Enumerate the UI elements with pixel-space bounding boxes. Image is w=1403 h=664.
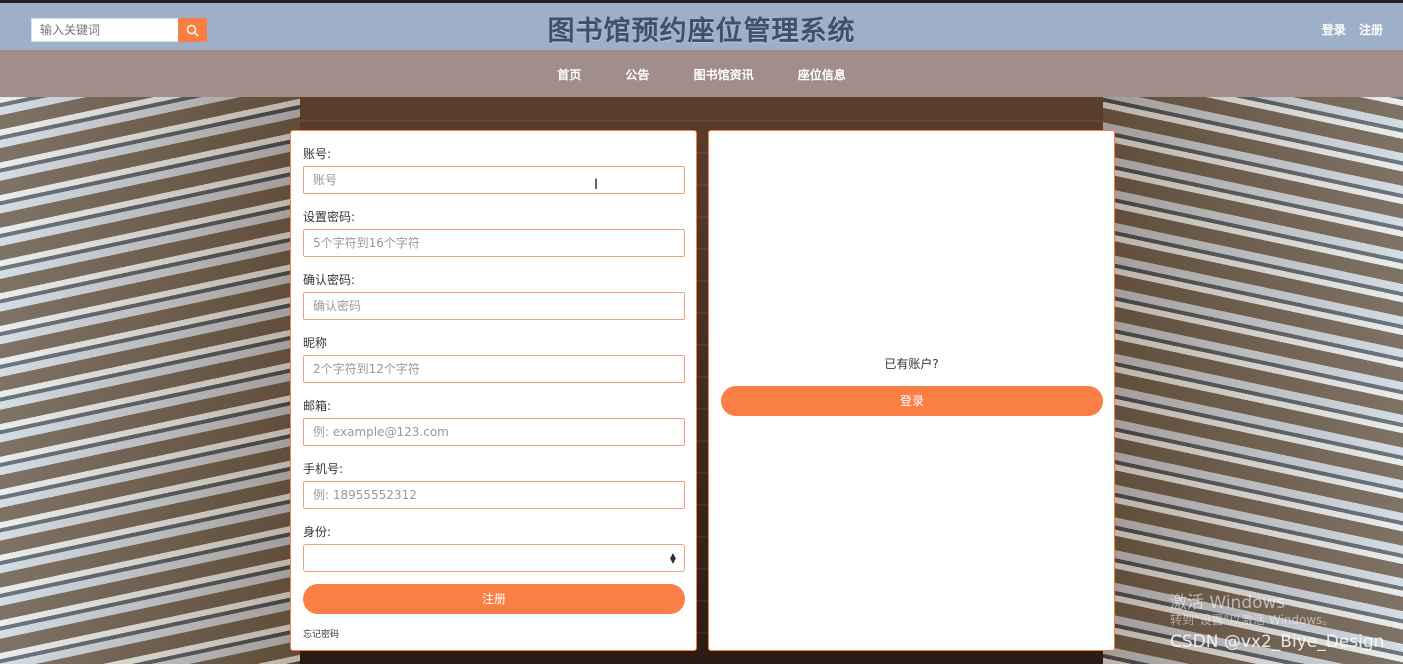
password-input[interactable]: 5个字符到16个字符 — [303, 229, 685, 257]
text-cursor-icon: I — [594, 177, 599, 193]
activate-windows-title: 激活 Windows — [1170, 593, 1286, 613]
confirm-password-label: 确认密码: — [303, 273, 356, 287]
bookshelf-left — [0, 97, 300, 664]
identity-select[interactable]: ▲ ▼ — [303, 544, 685, 572]
nav-item-home[interactable]: 首页 — [557, 68, 581, 82]
identity-label: 身份: — [303, 525, 332, 539]
register-button[interactable]: 注册 — [303, 584, 685, 614]
nav-item-library-news[interactable]: 图书馆资讯 — [694, 68, 754, 82]
login-panel: 已有账户? 登录 — [708, 130, 1115, 651]
register-link[interactable]: 注册 — [1359, 23, 1383, 37]
register-panel: 账号: 账号 设置密码: 5个字符到16个字符 确认密码: 确认密码 昵称 2个… — [290, 130, 697, 651]
has-account-text: 已有账户? — [884, 357, 939, 371]
csdn-credit: CSDN @vx2_Biye_Design — [1170, 632, 1385, 652]
login-button[interactable]: 登录 — [721, 386, 1103, 416]
activate-windows-subtitle: 转到"设置"以激活 Windows。 — [1170, 613, 1335, 627]
top-header: 图书馆预约座位管理系统 登录 注册 — [0, 0, 1403, 50]
phone-input[interactable]: 例: 18955552312 — [303, 481, 685, 509]
forgot-password-link[interactable]: 忘记密码 — [303, 627, 339, 640]
site-title: 图书馆预约座位管理系统 — [547, 16, 856, 47]
nav-item-announcements[interactable]: 公告 — [625, 68, 649, 82]
account-input[interactable]: 账号 — [303, 166, 685, 194]
account-label: 账号: — [303, 147, 332, 161]
email-label: 邮箱: — [303, 399, 332, 413]
phone-label: 手机号: — [303, 462, 344, 476]
main-nav: 首页 公告 图书馆资讯 座位信息 — [0, 50, 1403, 97]
password-label: 设置密码: — [303, 210, 356, 224]
library-background — [0, 97, 1403, 664]
auth-links: 登录 注册 — [1313, 21, 1383, 38]
nickname-input[interactable]: 2个字符到12个字符 — [303, 355, 685, 383]
bookshelf-right — [1103, 97, 1403, 664]
nav-item-seat-info[interactable]: 座位信息 — [798, 68, 846, 82]
select-arrows-icon: ▲ ▼ — [669, 551, 676, 565]
login-link[interactable]: 登录 — [1322, 23, 1346, 37]
email-input[interactable]: 例: example@123.com — [303, 418, 685, 446]
nickname-label: 昵称 — [303, 336, 328, 350]
confirm-password-input[interactable]: 确认密码 — [303, 292, 685, 320]
